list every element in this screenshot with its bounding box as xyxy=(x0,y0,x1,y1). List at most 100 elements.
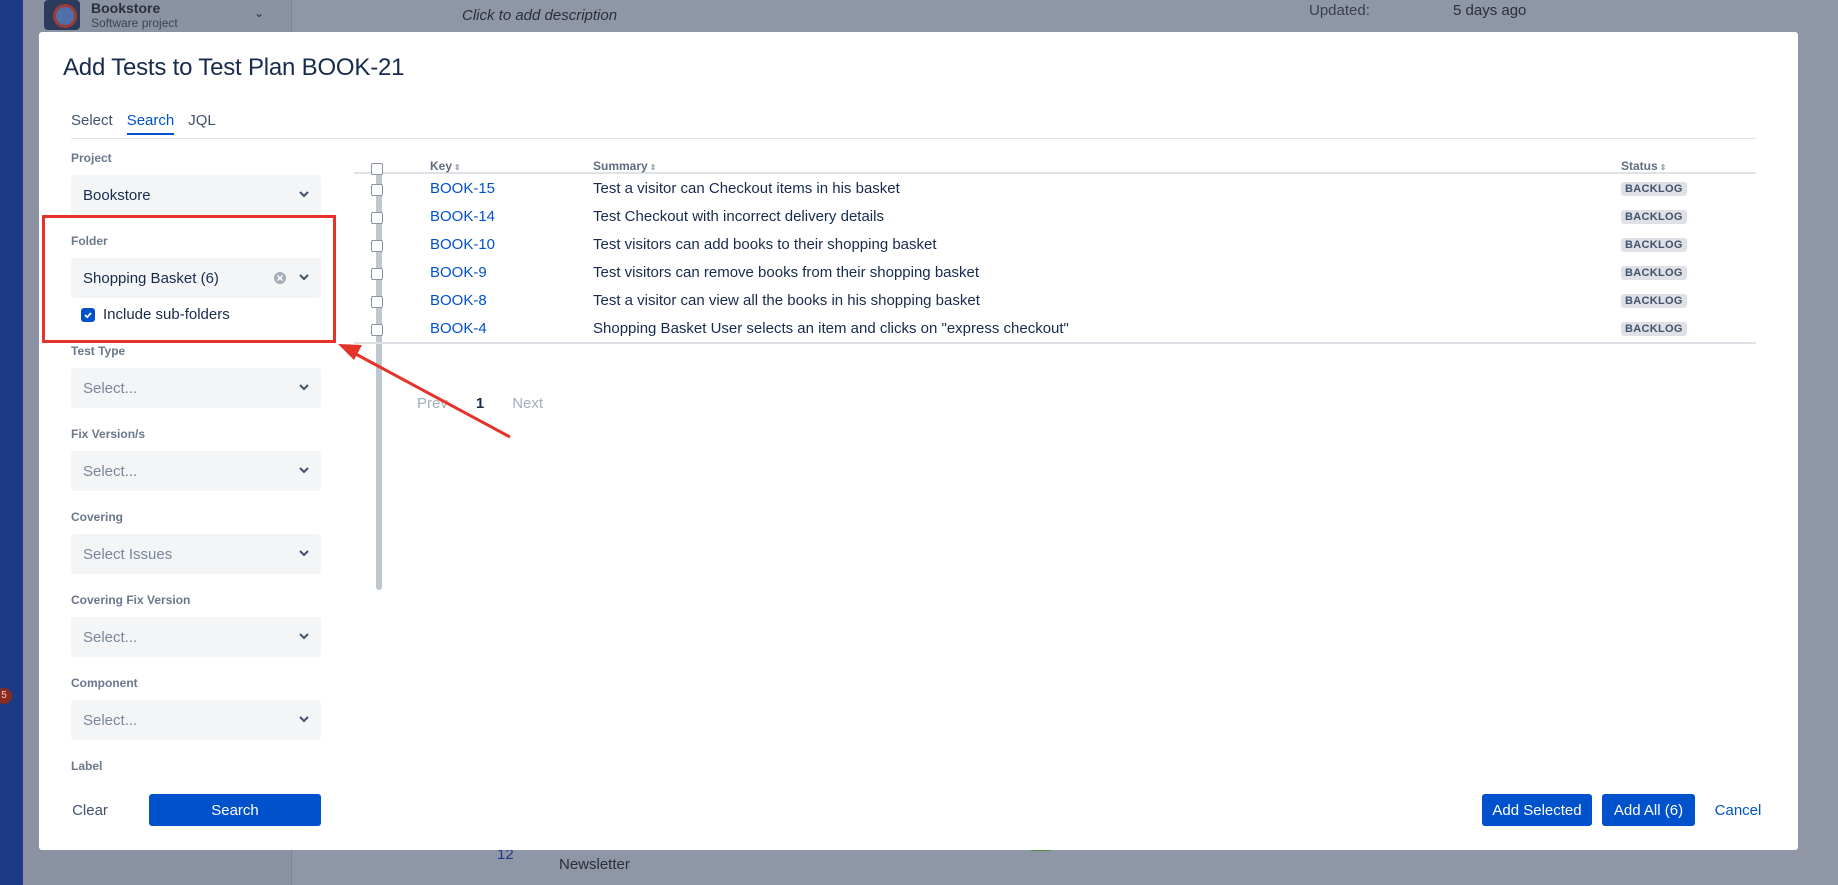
label-filter: Label xyxy=(71,759,321,772)
component-select[interactable]: Select... xyxy=(71,700,321,740)
test-type-placeholder: Select... xyxy=(83,379,138,397)
chevron-down-icon xyxy=(299,550,309,557)
project-avatar xyxy=(44,0,80,30)
chevron-down-icon xyxy=(299,384,309,391)
status-badge: BACKLOG xyxy=(1621,266,1687,280)
pagination-prev[interactable]: Prev xyxy=(417,395,448,412)
row-checkbox[interactable] xyxy=(371,239,383,257)
chevron-down-icon: ⌄ xyxy=(254,6,265,20)
search-filters-panel: Project Bookstore Folder Shopping Basket… xyxy=(71,138,367,772)
chevron-down-icon xyxy=(299,191,309,198)
test-type-filter: Test Type Select... xyxy=(71,344,321,408)
issue-summary: Test a visitor can Checkout items in his… xyxy=(593,180,900,197)
fix-version-select[interactable]: Select... xyxy=(71,451,321,491)
table-row: BOOK-9 Test visitors can remove books fr… xyxy=(354,258,1756,286)
project-filter-label: Project xyxy=(71,151,112,165)
covering-placeholder: Select Issues xyxy=(83,545,173,563)
table-row: BOOK-8 Test a visitor can view all the b… xyxy=(354,286,1756,314)
status-badge: BACKLOG xyxy=(1621,322,1687,336)
add-selected-button[interactable]: Add Selected xyxy=(1482,794,1592,826)
status-badge: BACKLOG xyxy=(1621,294,1687,308)
folder-filter-label: Folder xyxy=(71,234,108,248)
clear-button[interactable]: Clear xyxy=(63,794,117,826)
component-placeholder: Select... xyxy=(83,711,138,729)
status-badge: BACKLOG xyxy=(1621,182,1687,196)
issue-key-link[interactable]: BOOK-10 xyxy=(430,236,495,253)
covering-fix-version-select[interactable]: Select... xyxy=(71,617,321,657)
fix-version-filter-label: Fix Version/s xyxy=(71,427,146,441)
pagination-current-page[interactable]: 1 xyxy=(476,395,484,412)
table-header: Key ⇕ Summary ⇕ Status ⇕ xyxy=(354,139,1756,175)
pagination-next[interactable]: Next xyxy=(512,395,543,412)
column-header-key[interactable]: Key ⇕ xyxy=(430,159,461,173)
table-row: BOOK-15 Test a visitor can Checkout item… xyxy=(354,174,1756,202)
issue-key-link[interactable]: BOOK-8 xyxy=(430,292,487,309)
updated-value: 5 days ago xyxy=(1453,2,1527,19)
table-row: BOOK-4 Shopping Basket User selects an i… xyxy=(354,314,1756,342)
tab-select[interactable]: Select xyxy=(71,112,113,135)
covering-fix-version-filter: Covering Fix Version Select... xyxy=(71,593,321,657)
tab-search[interactable]: Search xyxy=(126,112,175,135)
issue-summary: Test a visitor can view all the books in… xyxy=(593,292,980,309)
row-checkbox[interactable] xyxy=(371,183,383,201)
row-checkbox[interactable] xyxy=(371,211,383,229)
issue-key-link[interactable]: BOOK-9 xyxy=(430,264,487,281)
include-subfolders-option[interactable]: Include sub-folders xyxy=(81,306,321,323)
issue-summary: Test Checkout with incorrect delivery de… xyxy=(593,208,884,225)
label-filter-label: Label xyxy=(71,759,103,772)
global-navigation xyxy=(0,0,23,885)
chevron-down-icon xyxy=(299,716,309,723)
project-filter: Project Bookstore xyxy=(71,151,321,215)
chevron-down-icon xyxy=(299,274,309,281)
include-subfolders-label: Include sub-folders xyxy=(103,306,230,323)
row-checkbox[interactable] xyxy=(371,267,383,285)
status-badge: BACKLOG xyxy=(1621,238,1687,252)
covering-fix-version-filter-label: Covering Fix Version xyxy=(71,593,191,607)
issue-key-link[interactable]: BOOK-4 xyxy=(430,320,487,337)
project-name: Bookstore xyxy=(91,0,161,16)
covering-filter: Covering Select Issues xyxy=(71,510,321,574)
project-select[interactable]: Bookstore xyxy=(71,175,321,215)
issue-key-link[interactable]: BOOK-14 xyxy=(430,208,495,225)
covering-filter-label: Covering xyxy=(71,510,124,524)
column-header-status[interactable]: Status ⇕ xyxy=(1621,159,1666,173)
table-footer-rule xyxy=(354,342,1756,344)
project-type: Software project xyxy=(91,16,178,30)
pagination: Prev 1 Next xyxy=(417,395,543,412)
row-checkbox[interactable] xyxy=(371,323,383,341)
add-all-button[interactable]: Add All (6) xyxy=(1602,794,1695,826)
test-type-filter-label: Test Type xyxy=(71,344,126,358)
tab-jql[interactable]: JQL xyxy=(188,112,216,135)
chevron-down-icon xyxy=(299,467,309,474)
check-icon xyxy=(84,311,92,319)
component-filter-label: Component xyxy=(71,676,138,690)
description-placeholder: Click to add description xyxy=(462,7,618,24)
test-type-select[interactable]: Select... xyxy=(71,368,321,408)
covering-select[interactable]: Select Issues xyxy=(71,534,321,574)
row-checkbox[interactable] xyxy=(371,295,383,313)
results-table: Key ⇕ Summary ⇕ Status ⇕ BOOK-15 Test a vis… xyxy=(354,138,1756,344)
project-select-value: Bookstore xyxy=(83,186,151,204)
folder-select[interactable]: Shopping Basket (6) xyxy=(71,258,321,298)
issue-summary: Test visitors can add books to their sho… xyxy=(593,236,937,253)
folder-filter: Folder Shopping Basket (6) Include sub-f… xyxy=(71,234,321,323)
folder-select-value: Shopping Basket (6) xyxy=(83,269,219,287)
search-button[interactable]: Search xyxy=(149,794,321,826)
clear-icon[interactable] xyxy=(273,271,287,285)
table-row: BOOK-10 Test visitors can add books to t… xyxy=(354,230,1756,258)
issue-summary: Shopping Basket User selects an item and… xyxy=(593,320,1069,337)
issue-summary: Test visitors can remove books from thei… xyxy=(593,264,980,281)
issue-key-link[interactable]: BOOK-15 xyxy=(430,180,495,197)
background-text: Newsletter xyxy=(559,856,630,873)
dialog-tabs: Select Search JQL xyxy=(71,112,216,135)
status-badge: BACKLOG xyxy=(1621,210,1687,224)
cancel-button[interactable]: Cancel xyxy=(1707,794,1769,826)
component-filter: Component Select... xyxy=(71,676,321,740)
include-subfolders-checkbox[interactable] xyxy=(81,307,95,322)
column-header-summary[interactable]: Summary ⇕ xyxy=(593,159,656,173)
fix-version-filter: Fix Version/s Select... xyxy=(71,427,321,491)
updated-label: Updated: xyxy=(1309,2,1370,19)
table-row: BOOK-14 Test Checkout with incorrect del… xyxy=(354,202,1756,230)
covering-fix-version-placeholder: Select... xyxy=(83,628,138,646)
chevron-down-icon xyxy=(299,633,309,640)
